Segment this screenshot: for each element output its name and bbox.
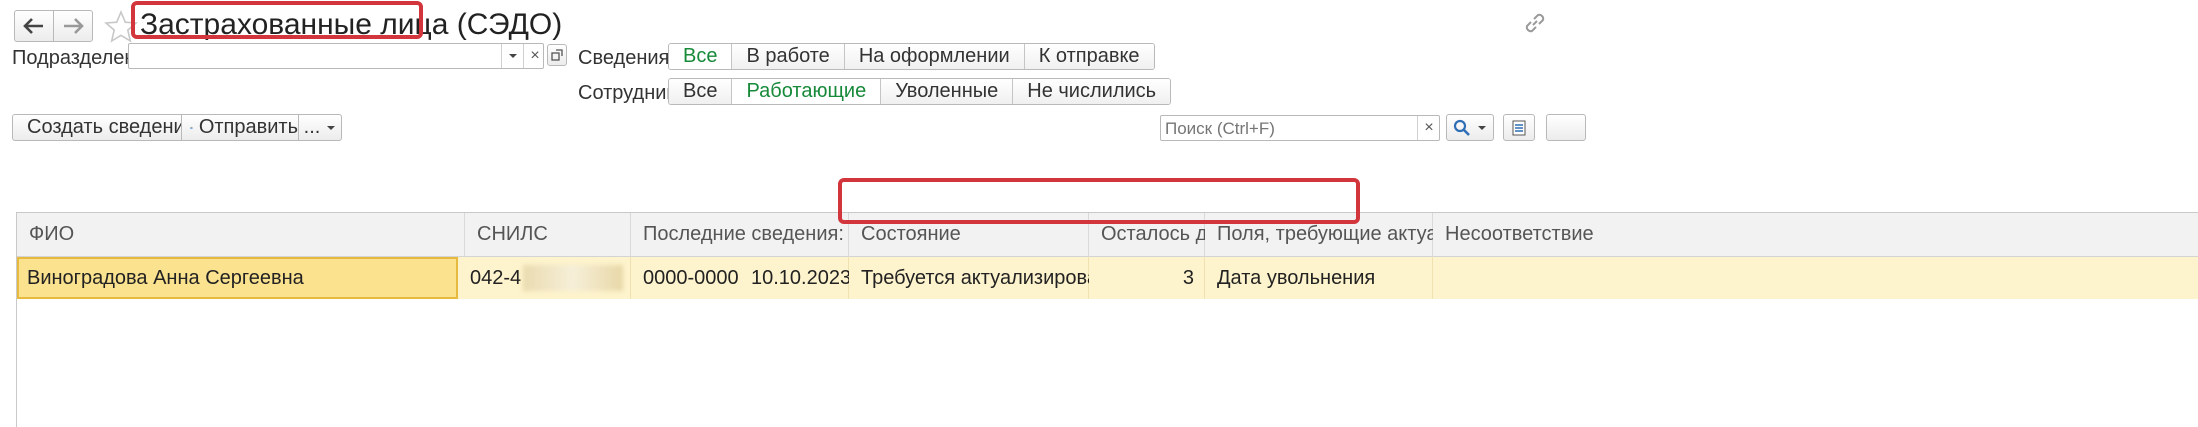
cell-snils[interactable]: 042-4 (458, 257, 631, 299)
chevron-down-icon (327, 125, 336, 130)
snils-redacted (523, 265, 624, 291)
subdivision-field[interactable]: × (128, 43, 544, 69)
cell-fields[interactable]: Дата увольнения (1205, 257, 1433, 299)
more-button-cut[interactable] (1546, 114, 1586, 141)
create-info-button[interactable]: Создать сведения (12, 114, 196, 141)
send-icon (190, 126, 193, 129)
more-actions-button[interactable]: ... (298, 114, 342, 141)
cell-number[interactable]: 0000-000002 (631, 257, 761, 299)
info-option-to-send[interactable]: К отправке (1024, 44, 1154, 69)
cell-days-left[interactable]: 3 (1089, 257, 1205, 299)
search-button[interactable] (1446, 114, 1494, 141)
report-button[interactable] (1503, 114, 1535, 141)
subdivision-clear-button[interactable]: × (523, 44, 546, 68)
cell-mismatch[interactable] (1433, 257, 2198, 299)
report-icon (1512, 120, 1526, 135)
column-header-mismatch[interactable]: Несоответствие (1433, 213, 2198, 257)
employees-filter: Все Работающие Уволенные Не числились (668, 78, 1172, 105)
send-label: Отправить (198, 116, 298, 138)
cell-date[interactable]: 10.10.2023 (739, 257, 851, 299)
employees-option-dismissed[interactable]: Уволенные (881, 79, 1014, 104)
chevron-down-icon (509, 54, 517, 58)
arrow-right-icon (64, 18, 84, 34)
forward-button[interactable] (53, 10, 93, 42)
cell-snils-text: 042-4 (470, 266, 522, 289)
info-option-all[interactable]: Все (669, 44, 733, 69)
arrow-left-icon (23, 18, 43, 34)
create-info-label: Создать сведения (27, 116, 196, 138)
open-window-icon (551, 49, 563, 61)
back-button[interactable] (14, 10, 54, 42)
row-highlight (838, 178, 1360, 224)
subdivision-open-button[interactable] (547, 44, 567, 66)
info-label: Сведения: (578, 47, 675, 69)
subdivision-dropdown-button[interactable] (501, 44, 524, 68)
info-filter: Все В работе На оформлении К отправке (668, 43, 1155, 70)
column-header-fio[interactable]: ФИО (17, 213, 465, 257)
column-header-snils[interactable]: СНИЛС (465, 213, 631, 257)
column-header-last-info[interactable]: Последние сведения: №, дата (631, 213, 924, 257)
send-button[interactable]: Отправить (181, 114, 299, 141)
more-actions-label: ... (303, 116, 321, 138)
cell-state[interactable]: Требуется актуализировать (849, 257, 1117, 299)
link-icon[interactable] (1522, 10, 1548, 36)
employees-option-not-listed[interactable]: Не числились (1013, 79, 1171, 104)
insured-persons-table: ФИО СНИЛС Последние сведения: №, дата Со… (16, 212, 2198, 427)
search-field: × (1160, 115, 1440, 142)
cell-fio[interactable]: Виноградова Анна Сергеевна (17, 257, 458, 299)
title-highlight (131, 1, 423, 39)
table-row[interactable]: Виноградова Анна Сергеевна 042-4 0000-00… (17, 257, 2198, 299)
info-option-processing[interactable]: На оформлении (844, 44, 1025, 69)
employees-option-working[interactable]: Работающие (732, 79, 882, 104)
search-clear-button[interactable]: × (1417, 116, 1440, 140)
chevron-down-icon (1478, 125, 1486, 130)
info-option-in-work[interactable]: В работе (732, 44, 845, 69)
search-icon (1453, 119, 1470, 136)
search-input[interactable] (1161, 116, 1422, 142)
employees-option-all[interactable]: Все (669, 79, 733, 104)
